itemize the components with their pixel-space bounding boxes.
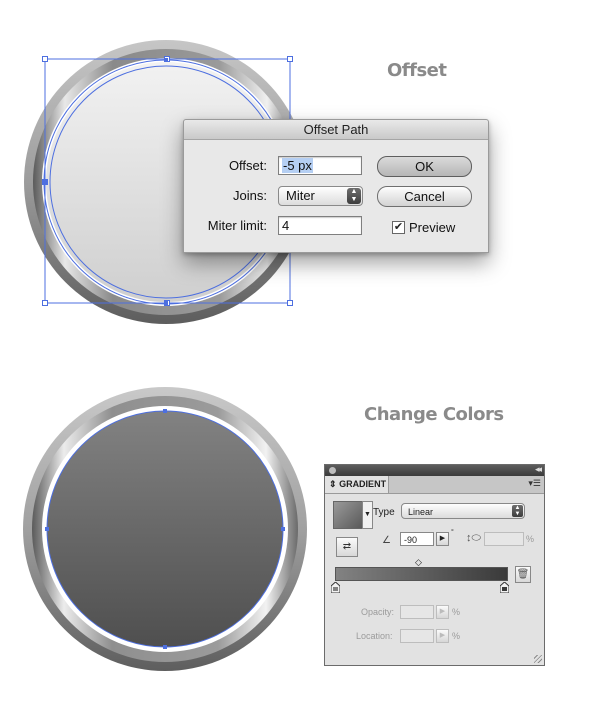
dialog-title: Offset Path <box>184 120 488 140</box>
collapse-icon[interactable]: ◂◂ <box>535 464 542 475</box>
change-colors-heading: Change Colors <box>364 404 504 425</box>
anchor-top <box>164 58 168 62</box>
midpoint-diamond-icon[interactable]: ◇ <box>415 558 423 567</box>
gradient-panel: ◂◂ ⇕ GRADIENT ▾☰ ▼ Type Linear ▲ ▼ ⇄ ∠ -9… <box>324 464 545 666</box>
location-field[interactable] <box>400 629 434 643</box>
opacity-unit: % <box>452 607 461 617</box>
cancel-button[interactable]: Cancel <box>377 186 472 207</box>
preview-checkbox[interactable]: ✔ <box>392 221 405 234</box>
button-face <box>47 411 283 647</box>
angle-icon: ∠ <box>382 535 391 546</box>
aspect-ratio-field[interactable] <box>484 532 524 546</box>
panel-menu-icon[interactable]: ▾☰ <box>528 478 541 489</box>
gradient-swatch[interactable] <box>333 501 363 529</box>
location-label: Location: <box>356 631 393 641</box>
anchor-right <box>281 527 285 531</box>
panel-title-bar[interactable]: ◂◂ <box>325 464 544 476</box>
handle-bottom-left <box>42 300 48 306</box>
ok-button[interactable]: OK <box>377 156 472 177</box>
joins-select[interactable]: Miter ▲ ▼ <box>278 186 363 206</box>
degree-symbol: ° <box>451 529 454 536</box>
opacity-dropdown-icon[interactable]: ▶ <box>436 605 449 619</box>
color-stop-end[interactable] <box>499 580 510 594</box>
chevron-up-down-icon: ▲ ▼ <box>512 505 523 517</box>
bottom-button-illustration <box>23 387 307 671</box>
handle-top-right <box>287 56 293 62</box>
handle-bottom-right <box>287 300 293 306</box>
type-label: Type <box>373 507 395 518</box>
miter-limit-field[interactable]: 4 <box>278 216 362 235</box>
aspect-ratio-icon: ↕⬭ <box>466 532 481 544</box>
angle-value: -90 <box>404 535 418 545</box>
opacity-field[interactable] <box>400 605 434 619</box>
panel-tab-bar: ⇕ GRADIENT ▾☰ <box>325 476 544 494</box>
handle-top-left <box>42 56 48 62</box>
anchor-left <box>45 527 49 531</box>
offset-value: -5 px <box>282 158 313 173</box>
trash-icon[interactable]: 🗑 <box>515 566 531 583</box>
tab-gradient-label: GRADIENT <box>339 479 387 489</box>
close-icon[interactable] <box>329 467 336 474</box>
angle-field[interactable]: -90 <box>400 532 434 546</box>
type-value: Linear <box>408 507 434 517</box>
offset-label: Offset: <box>228 158 267 173</box>
offset-path-dialog: Offset Path Offset: -5 px Joins: Miter ▲… <box>183 119 489 253</box>
opacity-label: Opacity: <box>361 607 395 617</box>
resize-grip-icon[interactable] <box>534 655 542 663</box>
type-select[interactable]: Linear ▲ ▼ <box>401 503 525 519</box>
chevron-up-down-icon: ▲ ▼ <box>347 188 361 204</box>
offset-heading: Offset <box>387 60 447 81</box>
aspect-ratio-unit: % <box>526 534 535 544</box>
miter-limit-label: Miter limit: <box>207 218 267 233</box>
joins-label: Joins: <box>233 188 267 203</box>
gradient-slider-bar[interactable] <box>335 567 508 581</box>
joins-value: Miter <box>286 188 315 203</box>
miter-limit-value: 4 <box>282 218 290 233</box>
anchor-top <box>163 409 167 413</box>
anchor-bottom <box>164 301 168 305</box>
tab-gradient[interactable]: ⇕ GRADIENT <box>325 476 389 493</box>
reverse-gradient-icon[interactable]: ⇄ <box>336 537 358 557</box>
anchor-bottom <box>163 645 167 649</box>
location-dropdown-icon[interactable]: ▶ <box>436 629 449 643</box>
swatch-dropdown-icon[interactable]: ▼ <box>362 501 373 529</box>
color-stop-start[interactable] <box>330 580 341 594</box>
preview-label: Preview <box>409 220 456 235</box>
angle-dropdown-icon[interactable]: ▶ <box>436 532 449 546</box>
checkmark-icon: ✔ <box>393 221 404 233</box>
offset-field[interactable]: -5 px <box>278 156 362 175</box>
chevron-up-down-icon: ⇕ <box>329 479 337 489</box>
anchor-left <box>43 180 47 184</box>
location-unit: % <box>452 631 461 641</box>
